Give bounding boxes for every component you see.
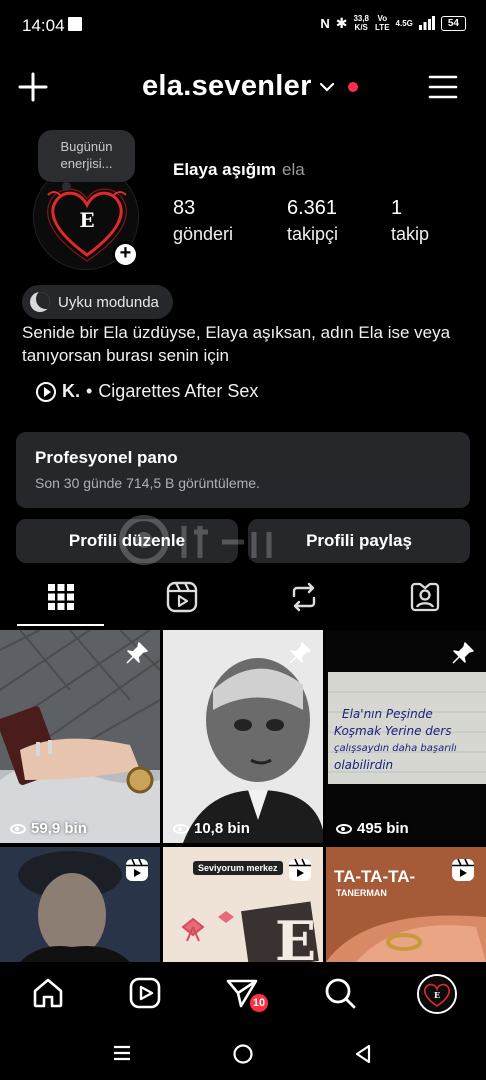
stat-followers[interactable]: 6.361 takipçi	[287, 196, 338, 245]
tagged-icon[interactable]	[408, 580, 442, 614]
notification-dot	[347, 81, 358, 92]
status-pill-label: Uyku modunda	[58, 293, 159, 311]
grid-post[interactable]: TA-TA-TA- TANERMAN	[326, 847, 486, 962]
nfc-icon: N	[320, 15, 330, 31]
notification-square-icon	[68, 17, 82, 31]
post-caption: TA-TA-TA-	[334, 867, 416, 886]
profile-tabs	[0, 572, 486, 628]
play-circle-icon	[36, 381, 56, 402]
reel-icon	[452, 858, 474, 881]
stat-followers-value: 6.361	[287, 197, 338, 219]
eye-icon	[10, 823, 26, 834]
profile-music[interactable]: K. • Cigarettes After Sex	[36, 381, 258, 402]
grid-post[interactable]	[0, 847, 160, 962]
post-views-count: 495 bin	[357, 820, 409, 837]
profile-pronoun: ela	[282, 160, 305, 179]
pin-icon	[126, 642, 148, 664]
pin-icon	[452, 642, 474, 664]
post-subcaption: TANERMAN	[336, 888, 387, 898]
volte-bottom: LTE	[375, 23, 390, 32]
home-button-icon[interactable]	[232, 1043, 254, 1065]
post-caption: Seviyorum merkez	[193, 861, 283, 875]
grid-post[interactable]: Ela'nın Peşinde Koşmak Yerine ders çalış…	[326, 630, 486, 843]
profile-note-bubble[interactable]: Bugünün enerjisi...	[38, 130, 135, 191]
hamburger-menu-icon[interactable]	[428, 74, 458, 100]
post-views-count: 59,9 bin	[31, 820, 87, 837]
pin-icon	[289, 642, 311, 664]
note-line: olabilirdin	[334, 758, 394, 772]
create-plus-icon[interactable]	[18, 72, 48, 102]
profile-header: ela.sevenler	[0, 62, 486, 112]
dashboard-title: Profesyonel pano	[35, 448, 178, 467]
music-artist: K.	[62, 381, 80, 401]
note-line: Koşmak Yerine ders	[334, 724, 452, 738]
grid-post[interactable]: 10,8 bin	[163, 630, 323, 843]
stat-following[interactable]: 1 takip	[391, 196, 429, 245]
back-icon[interactable]	[353, 1043, 373, 1065]
professional-dashboard[interactable]: Profesyonel pano Son 30 günde 714,5 B gö…	[16, 432, 470, 508]
stat-following-value: 1	[391, 197, 403, 219]
reel-icon	[289, 858, 311, 881]
post-views: 10,8 bin	[173, 820, 250, 837]
posts-grid-icon[interactable]	[44, 580, 78, 614]
grid-post[interactable]: 59,9 bin	[0, 630, 160, 843]
eye-icon	[336, 823, 352, 834]
recent-apps-icon[interactable]	[112, 1043, 132, 1063]
battery-icon: 54	[440, 15, 466, 31]
heart-avatar-small: E	[419, 976, 455, 1012]
note-line: Ela'nın Peşinde	[342, 707, 433, 721]
reel-icon	[126, 858, 148, 881]
system-nav	[0, 1026, 486, 1080]
chevron-down-icon	[319, 82, 334, 92]
music-separator: •	[86, 381, 93, 401]
reels-tab-icon[interactable]	[165, 580, 199, 614]
activity-badge: 10	[248, 992, 270, 1014]
profile-name: Elaya aşığım ela	[173, 160, 305, 180]
stat-posts-value: 83	[173, 197, 196, 219]
volte-label: Vo LTE	[375, 14, 390, 32]
stat-posts-label: gönderi	[173, 224, 234, 244]
account-switcher[interactable]: ela.sevenler	[142, 70, 358, 103]
signal-icon	[418, 16, 435, 30]
post-views-count: 10,8 bin	[194, 820, 250, 837]
add-story-button[interactable]: +	[112, 241, 139, 268]
stat-followers-label: takipçi	[287, 224, 339, 244]
status-time: 14:04	[22, 16, 65, 35]
active-tab-indicator	[17, 624, 104, 626]
stat-following-label: takip	[391, 224, 430, 244]
reels-icon[interactable]	[128, 976, 162, 1010]
search-icon[interactable]	[323, 976, 357, 1010]
moon-icon	[30, 292, 50, 312]
profile-display-name: Elaya aşığım	[173, 160, 277, 179]
header-username: ela.sevenler	[142, 70, 312, 102]
signal-label: 4.5G	[395, 18, 413, 28]
net-speed: 33,8 K/S	[353, 14, 369, 32]
post-views: 59,9 bin	[10, 820, 87, 837]
status-bar: 14:04 N ✱ 33,8 K/S Vo LTE 4.5G 54	[0, 0, 486, 52]
reposts-icon[interactable]	[287, 580, 321, 614]
eye-icon	[173, 823, 189, 834]
profile-avatar[interactable]: E	[417, 974, 457, 1014]
bottom-nav: 10 E	[0, 962, 486, 1026]
note-line: çalışsaydın daha başarılı	[334, 743, 457, 754]
avatar-letter: E	[79, 208, 94, 232]
stat-posts[interactable]: 83 gönderi	[173, 196, 233, 245]
net-speed-value: 33,8	[353, 14, 370, 23]
bluetooth-icon: ✱	[335, 14, 348, 31]
post-views: 495 bin	[336, 820, 409, 837]
home-icon[interactable]	[31, 976, 65, 1010]
posts-grid: 59,9 bin 10,8 bin Ela'nın Peşinde Koşmak…	[0, 630, 486, 962]
volte-top: Vo	[377, 14, 388, 23]
dashboard-subtitle: Son 30 günde 714,5 B görüntüleme.	[35, 475, 260, 491]
music-song: Cigarettes After Sex	[98, 381, 259, 401]
profile-bio: Senide bir Ela üzdüyse, Elaya aşıksan, a…	[22, 323, 451, 365]
post-letter: E	[275, 909, 317, 962]
watermark-logo	[119, 515, 272, 565]
small-avatar-letter: E	[434, 990, 440, 1000]
grid-post[interactable]: Seviyorum merkez E	[163, 847, 323, 962]
status-pill[interactable]: Uyku modunda	[22, 285, 173, 319]
status-right: N ✱ 33,8 K/S Vo LTE 4.5G 54	[320, 14, 466, 32]
net-speed-unit: K/S	[354, 23, 368, 32]
handwritten-note: Ela'nın Peşinde Koşmak Yerine ders çalış…	[334, 706, 484, 774]
